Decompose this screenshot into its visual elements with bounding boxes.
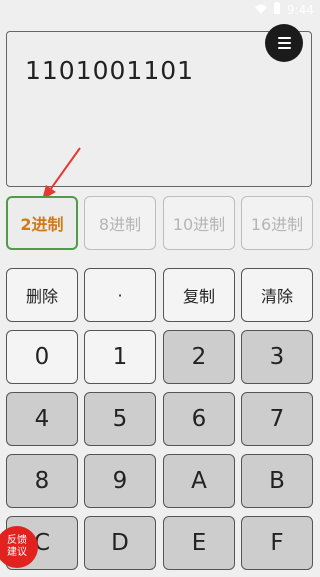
key-5[interactable]: 5 [84,392,156,446]
key-4[interactable]: 4 [6,392,78,446]
display-value: 1101001101 [25,56,195,85]
status-time: 9:44 [287,2,314,17]
battery-icon [273,2,281,17]
key-b[interactable]: B [241,454,313,508]
wifi-icon [255,3,268,17]
base-16-button[interactable]: 16进制 [241,196,313,250]
menu-icon [277,37,291,39]
base-8-button[interactable]: 8进制 [84,196,156,250]
base-10-button[interactable]: 10进制 [163,196,235,250]
key-d[interactable]: D [84,516,156,570]
feedback-label-1: 反馈 [7,535,27,546]
copy-button[interactable]: 复制 [163,268,235,322]
key-8[interactable]: 8 [6,454,78,508]
clear-button[interactable]: 清除 [241,268,313,322]
key-9[interactable]: 9 [84,454,156,508]
base-2-button[interactable]: 2进制 [6,196,78,250]
status-bar: 9:44 [0,0,320,20]
base-selector: 2进制 8进制 10进制 16进制 [6,196,314,250]
key-6[interactable]: 6 [163,392,235,446]
dot-button[interactable]: · [84,268,156,322]
key-0[interactable]: 0 [6,330,78,384]
key-7[interactable]: 7 [241,392,313,446]
key-e[interactable]: E [163,516,235,570]
delete-button[interactable]: 删除 [6,268,78,322]
feedback-label-2: 建议 [7,547,27,558]
key-a[interactable]: A [163,454,235,508]
key-2[interactable]: 2 [163,330,235,384]
key-f[interactable]: F [241,516,313,570]
key-3[interactable]: 3 [241,330,313,384]
key-1[interactable]: 1 [84,330,156,384]
menu-button[interactable] [265,24,303,62]
